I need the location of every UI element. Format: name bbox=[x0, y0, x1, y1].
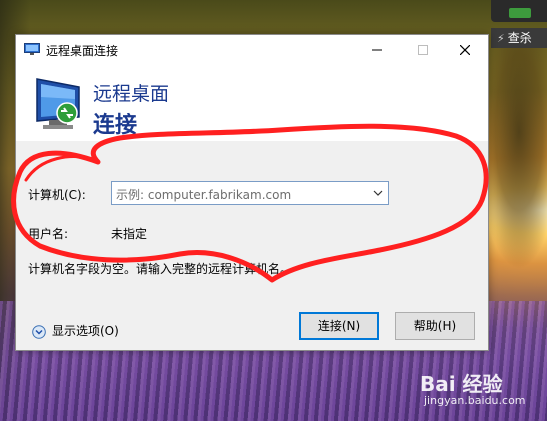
taskbar-widget[interactable] bbox=[491, 0, 547, 22]
connect-button[interactable]: 连接(N) bbox=[299, 312, 379, 340]
computer-label: 计算机(C): bbox=[28, 188, 86, 202]
user-label: 用户名: bbox=[28, 227, 69, 241]
watermark-url: jingyan.baidu.com bbox=[424, 394, 526, 407]
watermark-main-text: Bai 经验 bbox=[420, 372, 503, 396]
title-bar[interactable]: 远程桌面连接 bbox=[16, 35, 488, 65]
maximize-button[interactable] bbox=[400, 35, 446, 65]
maximize-icon bbox=[418, 45, 428, 55]
baidu-jingyan-watermark: Bai 经验 jingyan.baidu.com bbox=[420, 368, 526, 407]
computer-placeholder: 示例: computer.fabrikam.com bbox=[116, 188, 292, 202]
show-options-toggle[interactable]: 显示选项(O) bbox=[32, 322, 119, 339]
battery-indicator bbox=[509, 8, 531, 18]
minimize-button[interactable] bbox=[354, 35, 400, 65]
lightning-icon: ⚡ bbox=[497, 32, 505, 45]
close-icon bbox=[460, 45, 470, 55]
remote-desktop-app-icon bbox=[24, 43, 40, 55]
error-message: 计算机名字段为空。请输入完整的远程计算机名。 bbox=[28, 262, 293, 276]
header-title: 远程桌面 bbox=[93, 83, 170, 105]
window-title: 远程桌面连接 bbox=[46, 44, 119, 58]
help-button[interactable]: 帮助(H) bbox=[395, 312, 475, 340]
show-options-label: 显示选项(O) bbox=[52, 324, 119, 338]
computer-input[interactable]: 示例: computer.fabrikam.com bbox=[111, 181, 389, 205]
scan-button-label: 查杀 bbox=[507, 31, 532, 45]
scan-button[interactable]: ⚡ 查杀 bbox=[491, 28, 547, 48]
chevron-down-icon[interactable] bbox=[372, 187, 384, 199]
header-subtitle: 连接 bbox=[93, 113, 138, 138]
monitor-icon bbox=[36, 78, 80, 129]
remote-desktop-dialog: 远程桌面连接 远程桌面 连接 计算机(C): 示例: computer.fabr… bbox=[15, 34, 489, 351]
user-value: 未指定 bbox=[111, 227, 148, 241]
dialog-header: 远程桌面 连接 bbox=[16, 65, 488, 141]
close-button[interactable] bbox=[442, 35, 488, 65]
expand-options-icon bbox=[32, 324, 46, 339]
minimize-icon bbox=[372, 49, 382, 51]
